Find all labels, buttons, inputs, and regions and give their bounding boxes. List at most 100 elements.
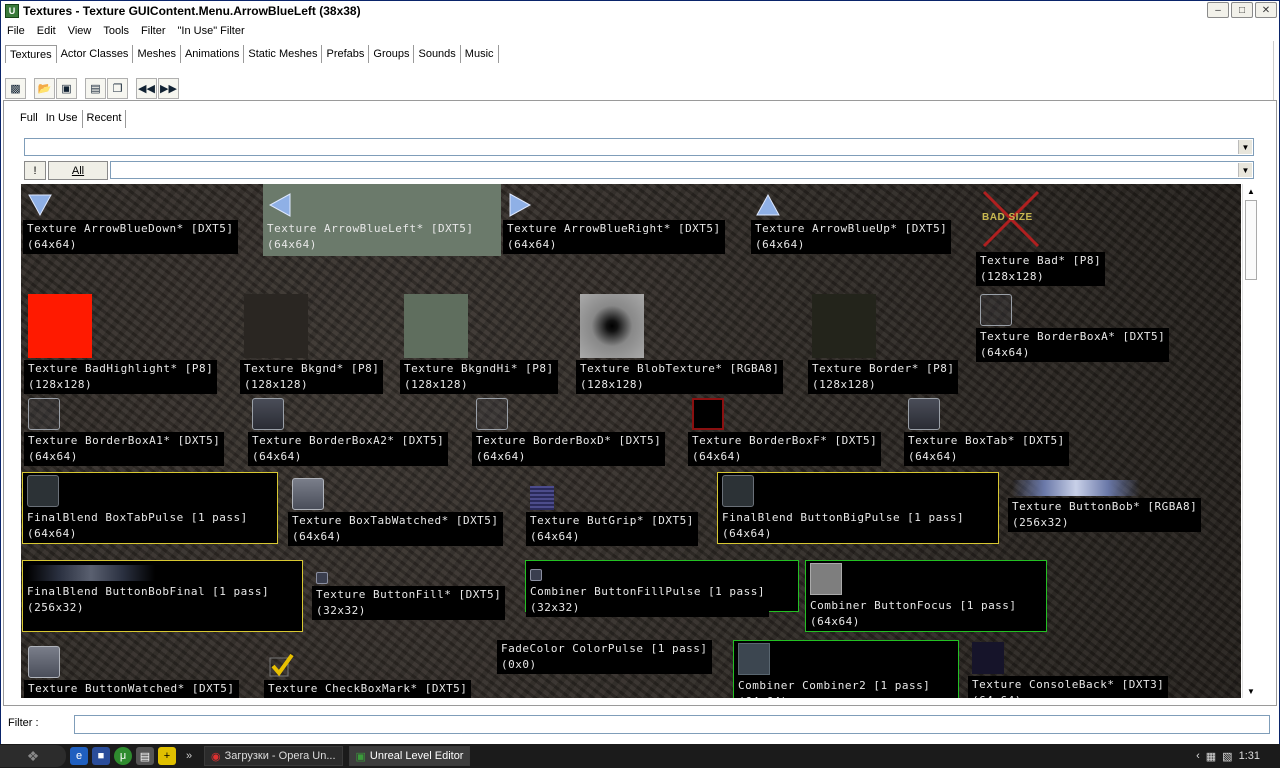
texture-item[interactable]: Combiner Combiner2 [1 pass] (64x64) xyxy=(733,640,959,698)
menu-in-use-filter[interactable]: "In Use" Filter xyxy=(172,25,251,37)
tab-meshes[interactable]: Meshes xyxy=(133,45,181,63)
texture-item[interactable]: Texture BorderBoxA1* [DXT5] (64x64) xyxy=(24,396,242,466)
texture-item[interactable]: Texture BorderBoxA2* [DXT5] (64x64) xyxy=(248,396,466,466)
focus-thumbnail-icon xyxy=(810,563,842,595)
texture-item[interactable]: Texture BorderBoxF* [DXT5] (64x64) xyxy=(688,396,898,466)
all-button[interactable]: All xyxy=(48,161,108,180)
menu-view[interactable]: View xyxy=(62,25,98,37)
chevron-down-icon[interactable]: ▼ xyxy=(1238,140,1252,154)
tab-prefabs[interactable]: Prefabs xyxy=(322,45,370,63)
texture-item[interactable]: Texture ButtonBob* [RGBA8] (256x32) xyxy=(1008,476,1218,532)
clock[interactable]: 1:31 xyxy=(1239,750,1260,762)
texture-browser[interactable]: Texture ArrowBlueDown* [DXT5] (64x64) Text… xyxy=(21,184,1241,698)
texture-size: (64x64) xyxy=(27,238,77,251)
texture-item[interactable]: Texture BkgndHi* [P8] (128x128) xyxy=(400,292,570,394)
tab-sounds[interactable]: Sounds xyxy=(414,45,461,63)
texture-item[interactable]: Texture ArrowBlueUp* [DXT5] (64x64) xyxy=(751,184,971,254)
texture-item[interactable]: Texture ButtonWatched* [DXT5] (64x64) xyxy=(24,644,258,698)
network-icon[interactable]: ▦ xyxy=(1206,750,1216,763)
texture-size: (128x128) xyxy=(28,378,93,391)
browser-scrollbar[interactable]: ▲ ▼ xyxy=(1242,184,1258,698)
tray-expand-icon[interactable]: ‹ xyxy=(1196,750,1200,762)
more-icon[interactable]: » xyxy=(180,747,198,765)
texture-item[interactable]: Texture BoxTab* [DXT5] (64x64) xyxy=(904,396,1080,466)
unreal-icon: ▣ xyxy=(355,750,366,763)
texture-item[interactable]: Texture ArrowBlueLeft* [DXT5] (64x64) xyxy=(263,184,501,256)
texture-item[interactable]: Texture Border* [P8] (128x128) xyxy=(808,292,970,394)
texture-item[interactable]: BAD SIZE Texture Bad* [P8] (128x128) xyxy=(976,184,1113,286)
close-button[interactable]: ✕ xyxy=(1255,2,1277,18)
scroll-up-icon[interactable]: ▲ xyxy=(1243,184,1259,198)
utorrent-icon[interactable]: μ xyxy=(114,747,132,765)
package-dropdown[interactable]: ▼ xyxy=(24,138,1254,156)
menu-filter[interactable]: Filter xyxy=(135,25,171,37)
title-bar[interactable]: U Textures - Texture GUIContent.Menu.Arr… xyxy=(1,1,1279,21)
tab-static-meshes[interactable]: Static Meshes xyxy=(244,45,323,63)
ie-icon[interactable]: e xyxy=(70,747,88,765)
texture-item[interactable]: Combiner ButtonFillPulse [1 pass] (32x32) xyxy=(525,560,799,617)
texture-item[interactable]: Combiner ButtonFocus [1 pass] (64x64) xyxy=(805,560,1047,632)
texture-item-caption: FinalBlend ButtonBigPulse [1 pass] (64x64… xyxy=(718,509,969,543)
task-opera-label: Загрузки - Opera Un... xyxy=(224,750,336,762)
volume-icon[interactable]: ▧ xyxy=(1222,750,1232,763)
minimize-button[interactable]: – xyxy=(1207,2,1229,18)
texture-item[interactable]: Texture ArrowBlueDown* [DXT5] (64x64) xyxy=(23,184,261,254)
texture-size: (64x64) xyxy=(722,527,772,540)
app-quicklaunch-icon[interactable]: ■ xyxy=(92,747,110,765)
texture-item[interactable]: FadeColor ColorPulse [1 pass] (0x0) xyxy=(497,640,733,682)
filter-input[interactable] xyxy=(74,715,1270,734)
tab-actor-classes[interactable]: Actor Classes xyxy=(57,45,134,63)
texture-item[interactable]: Texture BorderBoxA* [DXT5] (64x64) xyxy=(976,292,1186,362)
subtab-in-use[interactable]: In Use xyxy=(42,110,83,128)
menu-edit[interactable]: Edit xyxy=(31,25,62,37)
texture-item[interactable]: Texture BlobTexture* [RGBA8] (128x128) xyxy=(576,292,802,394)
bang-button[interactable]: ! xyxy=(24,161,46,180)
start-button[interactable]: ❖ xyxy=(0,745,66,767)
texture-item[interactable]: Texture ArrowBlueRight* [DXT5] (64x64) xyxy=(503,184,748,254)
texture-item[interactable]: Texture CheckBoxMark* [DXT5] (64x64) xyxy=(264,644,490,698)
subtab-recent[interactable]: Recent xyxy=(83,110,127,128)
texture-item[interactable]: FinalBlend ButtonBigPulse [1 pass] (64x64… xyxy=(717,472,999,544)
texture-size: (128x128) xyxy=(580,378,645,391)
texture-item[interactable]: Texture BorderBoxD* [DXT5] (64x64) xyxy=(472,396,680,466)
texture-name: Texture BkgndHi* [P8] xyxy=(404,362,554,375)
texture-size: (64x64) xyxy=(292,530,342,543)
tab-music[interactable]: Music xyxy=(461,45,499,63)
scroll-thumb[interactable] xyxy=(1245,200,1257,280)
texture-item[interactable]: Texture BadHighlight* [P8] (128x128) xyxy=(24,292,234,394)
tab-groups[interactable]: Groups xyxy=(369,45,415,63)
next-icon[interactable]: ▶▶ xyxy=(158,77,179,99)
chevron-down-icon[interactable]: ▼ xyxy=(1238,163,1252,177)
import-icon[interactable]: ▩ xyxy=(5,77,26,99)
menu-file[interactable]: File xyxy=(1,25,31,37)
tab-animations[interactable]: Animations xyxy=(181,45,245,63)
texture-item[interactable]: Texture ButtonFill* [DXT5] (32x32) xyxy=(312,564,522,620)
texture-item[interactable]: Texture Bkgnd* [P8] (128x128) xyxy=(240,292,394,394)
subtab-full[interactable]: Full xyxy=(16,110,42,128)
previous-icon[interactable]: ◀◀ xyxy=(136,77,157,99)
texture-item[interactable]: FinalBlend ButtonBobFinal [1 pass] (256x3… xyxy=(22,560,303,632)
texture-name: Texture BadHighlight* [P8] xyxy=(28,362,214,375)
boxlight-thumbnail-icon xyxy=(28,646,60,678)
scroll-down-icon[interactable]: ▼ xyxy=(1243,684,1259,698)
menu-tools[interactable]: Tools xyxy=(97,25,135,37)
save-icon[interactable]: ▣ xyxy=(56,77,77,99)
blob-thumbnail-icon xyxy=(580,294,644,358)
texture-item[interactable]: FinalBlend BoxTabPulse [1 pass] (64x64) xyxy=(22,472,278,544)
texture-item[interactable]: Texture BoxTabWatched* [DXT5] (64x64) xyxy=(288,476,520,546)
texture-item[interactable]: Texture ButGrip* [DXT5] (64x64) xyxy=(526,476,714,546)
tab-textures[interactable]: Textures xyxy=(5,45,57,63)
copy-icon[interactable]: ❐ xyxy=(107,77,128,99)
slate-thumbnail-icon xyxy=(738,643,770,675)
open-icon[interactable]: 📂 xyxy=(34,77,55,99)
texture-item-caption: Texture ButtonBob* [RGBA8] (256x32) xyxy=(1008,498,1202,532)
task-opera[interactable]: ◉ Загрузки - Opera Un... xyxy=(204,746,343,766)
texture-item[interactable]: Texture ConsoleBack* [DXT3] (64x64) xyxy=(968,640,1188,698)
system-tray: ‹ ▦ ▧ 1:31 xyxy=(1196,744,1280,768)
add-icon[interactable]: + xyxy=(158,747,176,765)
folder-icon[interactable]: ▤ xyxy=(136,747,154,765)
group-dropdown[interactable]: ▼ xyxy=(110,161,1254,179)
maximize-button[interactable]: □ xyxy=(1231,2,1253,18)
task-unreal[interactable]: ▣ Unreal Level Editor xyxy=(348,746,471,766)
properties-icon[interactable]: ▤ xyxy=(85,77,106,99)
